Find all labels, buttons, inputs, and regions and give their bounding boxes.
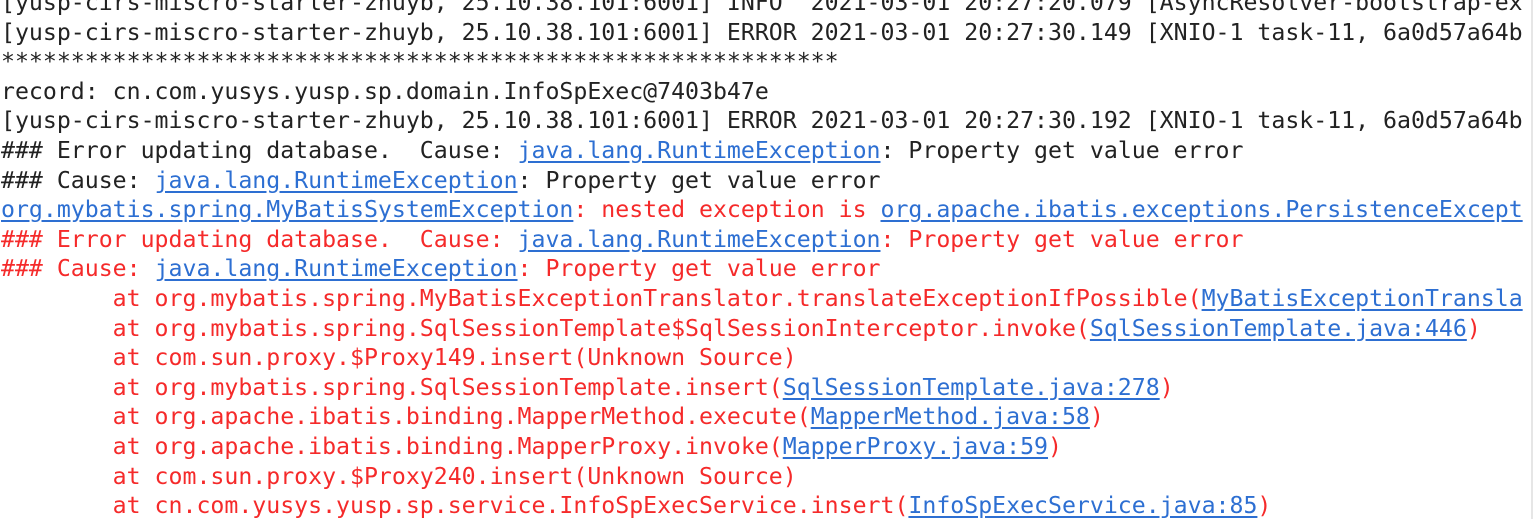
source-link[interactable]: java.lang.RuntimeException [518,226,881,253]
source-link[interactable]: java.lang.RuntimeException [155,167,518,194]
error-text: at org.apache.ibatis.binding.MapperMetho… [1,403,811,431]
source-link[interactable]: java.lang.RuntimeException [155,255,518,282]
source-link[interactable]: MapperProxy.java:59 [783,433,1048,460]
error-text: at cn.com.yusys.yusp.sp.service.InfoSpEx… [1,492,909,520]
log-line: at org.apache.ibatis.binding.MapperMetho… [1,402,1533,432]
error-text: ) [1257,492,1272,520]
error-text: : nested exception is [573,196,881,224]
source-link[interactable]: SqlSessionTemplate.java:446 [1090,315,1467,342]
log-text: record: cn.com.yusys.yusp.sp.domain.Info… [1,77,769,105]
error-text: ### Error updating database. Cause: [1,225,518,253]
log-line: at org.apache.ibatis.binding.MapperProxy… [1,432,1533,462]
error-text: ) [1089,403,1104,431]
error-text: ) [1048,432,1062,460]
error-text: at org.apache.ibatis.binding.MapperProxy… [1,432,783,460]
error-text: at com.sun.proxy.$Proxy240.insert(Unknow… [1,462,797,490]
log-line: [yusp-cirs-miscro-starter-zhuyb, 25.10.3… [1,0,1533,18]
log-text: : Property get value error [517,166,881,194]
log-line: record: cn.com.yusys.yusp.sp.domain.Info… [1,77,1533,107]
error-text: : Property get value error [517,255,881,283]
log-line: at org.mybatis.spring.MyBatisExceptionTr… [1,284,1533,314]
source-link[interactable]: java.lang.RuntimeException [518,137,881,164]
source-link[interactable]: MapperMethod.java:58 [811,403,1090,430]
log-line: ****************************************… [1,47,1533,77]
error-text: ### Cause: [1,255,155,283]
source-link[interactable]: InfoSpExecService.java:85 [908,492,1257,519]
log-line: ### Cause: java.lang.RuntimeException: P… [1,166,1533,196]
log-line: at com.sun.proxy.$Proxy240.insert(Unknow… [1,462,1533,492]
log-line: at cn.com.yusys.yusp.sp.service.InfoSpEx… [1,491,1533,521]
source-link[interactable]: SqlSessionTemplate.java:278 [783,374,1160,401]
log-text: ### Error updating database. Cause: [1,136,518,164]
error-text: at org.mybatis.spring.SqlSessionTemplate… [1,373,783,401]
log-line: ### Error updating database. Cause: java… [1,225,1533,255]
log-text: [yusp-cirs-miscro-starter-zhuyb, 25.10.3… [1,0,1523,16]
log-text: ### Cause: [1,166,155,194]
error-text: ) [1466,314,1481,342]
error-text: at com.sun.proxy.$Proxy149.insert(Unknow… [1,344,797,372]
source-link[interactable]: org.apache.ibatis.exceptions.Persistence… [881,196,1523,223]
log-line: ### Error updating database. Cause: java… [1,136,1533,166]
log-text: : Property get value error [880,136,1244,164]
log-text: [yusp-cirs-miscro-starter-zhuyb, 25.10.3… [1,107,1523,135]
log-line: [yusp-cirs-miscro-starter-zhuyb, 25.10.3… [1,18,1533,48]
console-output: [yusp-cirs-miscro-starter-zhuyb, 25.10.3… [1,0,1533,521]
log-text: [yusp-cirs-miscro-starter-zhuyb, 25.10.3… [1,18,1523,46]
error-text: : Property get value error [880,225,1244,253]
log-line: at com.sun.proxy.$Proxy149.insert(Unknow… [1,343,1533,373]
log-line: at org.mybatis.spring.SqlSessionTemplate… [1,373,1533,403]
log-line: [yusp-cirs-miscro-starter-zhuyb, 25.10.3… [1,106,1533,136]
error-text: at org.mybatis.spring.MyBatisExceptionTr… [1,284,1202,312]
log-line: ### Cause: java.lang.RuntimeException: P… [1,254,1533,284]
error-text: at org.mybatis.spring.SqlSessionTemplate… [1,314,1090,342]
error-text: ) [1159,373,1174,401]
log-text: ****************************************… [1,48,839,76]
log-line: org.mybatis.spring.MyBatisSystemExceptio… [1,195,1533,225]
source-link[interactable]: MyBatisExceptionTransla [1202,285,1523,312]
source-link[interactable]: org.mybatis.spring.MyBatisSystemExceptio… [1,196,573,223]
log-line: at org.mybatis.spring.SqlSessionTemplate… [1,314,1533,344]
